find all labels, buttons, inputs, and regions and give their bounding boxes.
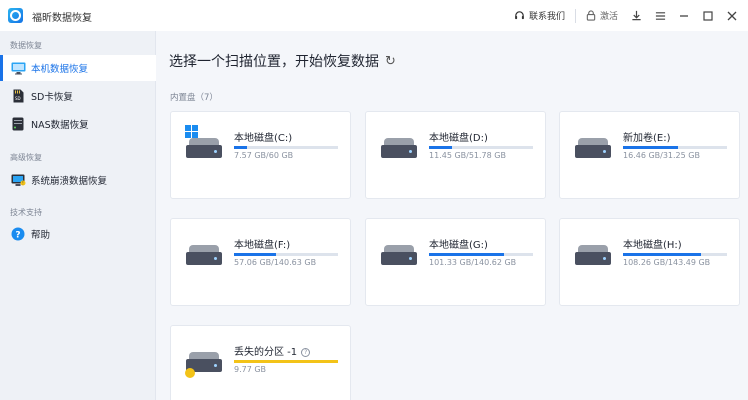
windows-icon <box>185 125 199 139</box>
drive-size: 57.06 GB/140.63 GB <box>234 258 317 267</box>
drive-card-lost-partition[interactable]: 丢失的分区 -1? 9.77 GB <box>170 325 351 400</box>
hard-drive-icon <box>575 138 611 160</box>
divider <box>574 8 576 23</box>
activate-label: 激活 <box>599 12 618 22</box>
drive-size: 9.77 GB <box>234 365 267 374</box>
nas-icon <box>10 116 26 132</box>
question-mark-icon[interactable]: ? <box>301 347 311 357</box>
sd-card-icon: SD <box>10 88 26 104</box>
hard-drive-icon <box>575 245 611 267</box>
drive-card-h[interactable]: 本地磁盘(H:) 108.26 GB/143.49 GB <box>559 218 740 306</box>
sidebar-item-local-recovery[interactable]: 本机数据恢复 <box>0 55 156 81</box>
drive-usage-bar <box>234 146 338 149</box>
title-bar: 福昕数据恢复 联系我们 激活 <box>0 0 748 31</box>
lock-icon <box>586 10 596 21</box>
hard-drive-icon <box>381 138 417 160</box>
svg-text:?: ? <box>15 231 20 241</box>
section-label-support: 技术支持 <box>10 208 42 217</box>
drive-card-e[interactable]: 新加卷(E:) 16.46 GB/31.25 GB <box>559 111 740 199</box>
app-logo-icon <box>8 8 23 23</box>
hard-drive-icon <box>381 245 417 267</box>
contact-us-button[interactable]: 联系我们 <box>508 0 571 31</box>
system-crash-icon: ! <box>10 172 26 188</box>
monitor-icon <box>10 60 26 76</box>
close-button[interactable] <box>720 0 744 31</box>
close-icon <box>727 11 737 20</box>
sidebar-item-system-crash[interactable]: ! 系统崩溃数据恢复 <box>0 167 156 193</box>
lost-partition-badge-icon <box>185 368 195 378</box>
refresh-icon[interactable]: ↻ <box>385 54 396 69</box>
sidebar-item-label: 本机数据恢复 <box>31 64 89 75</box>
drive-size: 16.46 GB/31.25 GB <box>623 151 700 160</box>
svg-text:!: ! <box>22 180 24 185</box>
minimize-button[interactable] <box>672 0 696 31</box>
activate-button[interactable]: 激活 <box>580 0 624 31</box>
app-title: 福昕数据恢复 <box>32 13 92 24</box>
drive-size: 108.26 GB/143.49 GB <box>623 258 711 267</box>
drive-usage-bar <box>623 253 727 256</box>
sidebar-item-label: 系统崩溃数据恢复 <box>31 176 108 187</box>
drive-card-g[interactable]: 本地磁盘(G:) 101.33 GB/140.62 GB <box>365 218 546 306</box>
page-title-text: 选择一个扫描位置，开始恢复数据 <box>169 54 379 70</box>
sidebar-item-nas[interactable]: NAS数据恢复 <box>0 111 156 137</box>
drive-name: 本地磁盘(F:) <box>234 240 291 251</box>
headset-icon <box>515 11 524 20</box>
drive-name: 本地磁盘(H:) <box>623 240 682 251</box>
drive-card-f[interactable]: 本地磁盘(F:) 57.06 GB/140.63 GB <box>170 218 351 306</box>
drive-usage-bar <box>234 253 338 256</box>
drive-usage-bar <box>234 360 338 363</box>
drive-name: 丢失的分区 -1? <box>234 343 311 358</box>
sidebar-item-help[interactable]: ? 帮助 <box>0 221 156 247</box>
minimize-icon <box>680 14 688 17</box>
hard-drive-icon <box>186 245 222 267</box>
sidebar-item-label: SD卡恢复 <box>31 92 73 103</box>
drive-size: 11.45 GB/51.78 GB <box>429 151 506 160</box>
section-label-advanced: 高级恢复 <box>10 153 42 162</box>
drive-name: 本地磁盘(G:) <box>429 240 488 251</box>
sidebar: 数据恢复 本机数据恢复 SD SD卡恢复 NAS数据恢复 高级恢复 ! 系统崩溃… <box>0 31 156 400</box>
maximize-icon <box>703 10 713 21</box>
drive-name: 本地磁盘(D:) <box>429 133 488 144</box>
menu-icon <box>655 11 665 20</box>
menu-button[interactable] <box>648 0 672 31</box>
svg-text:SD: SD <box>15 96 21 101</box>
hard-drive-icon <box>186 138 222 160</box>
page-title: 选择一个扫描位置，开始恢复数据 ↻ <box>169 51 396 71</box>
maximize-button[interactable] <box>696 0 720 31</box>
sidebar-item-label: 帮助 <box>31 230 51 241</box>
drive-name: 新加卷(E:) <box>623 133 671 144</box>
download-button[interactable] <box>624 0 648 31</box>
contact-us-label: 联系我们 <box>528 12 565 22</box>
drive-size: 7.57 GB/60 GB <box>234 151 294 160</box>
help-icon: ? <box>10 226 26 242</box>
drive-usage-bar <box>429 146 533 149</box>
drive-size: 101.33 GB/140.62 GB <box>429 258 517 267</box>
sidebar-item-sd-card[interactable]: SD SD卡恢复 <box>0 83 156 109</box>
drive-card-c[interactable]: 本地磁盘(C:) 7.57 GB/60 GB <box>170 111 351 199</box>
download-icon <box>631 10 641 21</box>
drive-group-label: 内置盘（7） <box>170 93 218 103</box>
main-panel: 选择一个扫描位置，开始恢复数据 ↻ 内置盘（7） 本地磁盘(C:) 7.57 G… <box>157 31 748 400</box>
sidebar-item-label: NAS数据恢复 <box>31 120 89 131</box>
drive-usage-bar <box>623 146 727 149</box>
drive-card-d[interactable]: 本地磁盘(D:) 11.45 GB/51.78 GB <box>365 111 546 199</box>
drive-usage-bar <box>429 253 533 256</box>
drive-name: 本地磁盘(C:) <box>234 133 293 144</box>
section-label-data-recovery: 数据恢复 <box>10 41 42 50</box>
